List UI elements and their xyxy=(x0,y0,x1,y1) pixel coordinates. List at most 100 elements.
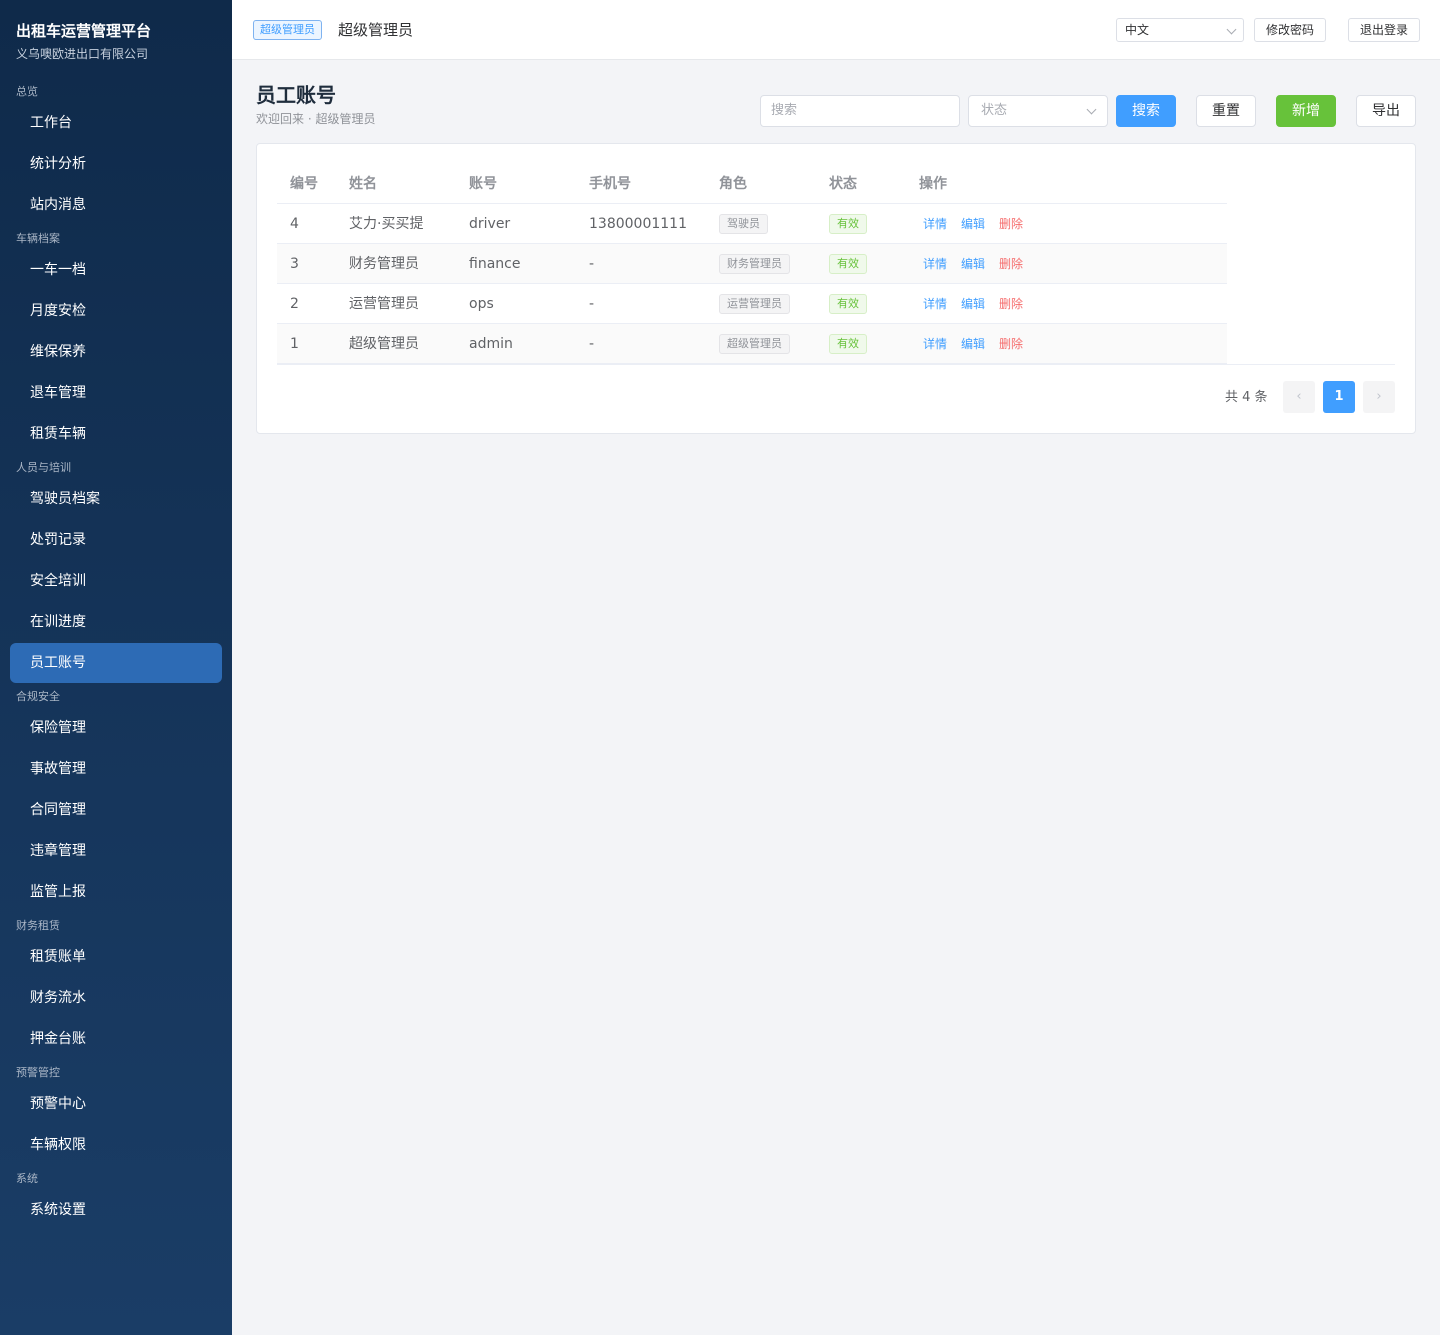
logout-button[interactable]: 退出登录 xyxy=(1348,18,1420,42)
cell-id-value: 3 xyxy=(290,256,299,272)
sidebar-item[interactable]: 租赁账单 xyxy=(10,937,222,977)
sidebar: 出租车运营管理平台 义乌噢欧进出口有限公司 总览 工作台 统计分析 站内消息 车辆档案一… xyxy=(0,0,232,1335)
cell-name-value: 超级管理员 xyxy=(349,336,419,352)
cell-account: admin xyxy=(469,324,513,364)
sidebar-item[interactable]: 统计分析 xyxy=(10,144,222,184)
cell-account: driver xyxy=(469,204,510,244)
cell-role: 驾驶员 xyxy=(719,204,768,244)
search-button[interactable]: 搜索 xyxy=(1116,95,1176,127)
sidebar-item[interactable]: 押金台账 xyxy=(10,1019,222,1059)
cell-account: ops xyxy=(469,284,494,324)
chevron-down-icon xyxy=(1226,24,1237,35)
delete-link[interactable]: 删除 xyxy=(999,337,1023,351)
sidebar-item[interactable]: 退车管理 xyxy=(10,373,222,413)
sidebar-item[interactable]: 事故管理 xyxy=(10,749,222,789)
edit-link[interactable]: 编辑 xyxy=(961,257,985,271)
role-tag: 超级管理员 xyxy=(253,20,322,40)
edit-link[interactable]: 编辑 xyxy=(961,297,985,311)
sidebar-item[interactable]: 驾驶员档案 xyxy=(10,479,222,519)
cell-id-value: 1 xyxy=(290,336,299,352)
cell-id: 1 xyxy=(290,324,299,364)
edit-link[interactable]: 编辑 xyxy=(961,217,985,231)
col-role: 角色 xyxy=(719,176,747,192)
sidebar-nav: 总览工作台 统计分析 站内消息车辆档案一车一档 月度安检 维保保养 退车管理 租赁车辆人员与… xyxy=(0,82,232,1230)
sidebar-item[interactable]: 合同管理 xyxy=(10,790,222,830)
cell-name: 超级管理员 xyxy=(349,324,419,364)
delete-link[interactable]: 删除 xyxy=(999,217,1023,231)
cell-actions: 详情 编辑 删除 xyxy=(923,244,1037,284)
detail-link[interactable]: 详情 xyxy=(923,217,947,231)
cell-account-value: driver xyxy=(469,216,511,232)
cell-role: 财务管理员 xyxy=(719,244,790,284)
reset-button[interactable]: 重置 xyxy=(1196,95,1256,127)
edit-link[interactable]: 编辑 xyxy=(961,337,985,351)
cell-actions: 详情 编辑 删除 xyxy=(923,204,1037,244)
top-header: 超级管理员 超级管理员 中文 修改密码 退出登录 xyxy=(232,0,1440,60)
table-row: 4 艾力·买买提 driver 13800001111 驾驶员 有效 详情 编辑 删除 xyxy=(277,204,1227,244)
sidebar-item[interactable]: 站内消息 xyxy=(10,185,222,225)
cell-account-value: ops xyxy=(469,296,494,312)
cell-phone: - xyxy=(589,244,594,284)
table-body: 4 艾力·买买提 driver 13800001111 驾驶员 有效 详情 编辑 删除 3 财务管理… xyxy=(277,204,1227,364)
sidebar-item[interactable]: 租赁车辆 xyxy=(10,414,222,454)
cell-name-value: 艾力·买买提 xyxy=(349,216,424,232)
sidebar-item[interactable]: 财务流水 xyxy=(10,978,222,1018)
add-button[interactable]: 新增 xyxy=(1276,95,1336,127)
sidebar-item[interactable]: 车辆权限 xyxy=(10,1125,222,1165)
change-password-button[interactable]: 修改密码 xyxy=(1254,18,1326,42)
language-value: 中文 xyxy=(1125,23,1150,37)
table-row: 1 超级管理员 admin - 超级管理员 有效 详情 编辑 删除 xyxy=(277,324,1227,364)
cell-role-value: 运营管理员 xyxy=(719,294,790,314)
brand-subtitle: 义乌噢欧进出口有限公司 xyxy=(16,47,149,61)
cell-status-value: 有效 xyxy=(829,334,867,354)
sidebar-item[interactable]: 一车一档 xyxy=(10,250,222,290)
table-row: 2 运营管理员 ops - 运营管理员 有效 详情 编辑 删除 xyxy=(277,284,1227,324)
sidebar-item[interactable]: 工作台 xyxy=(10,103,222,143)
sidebar-item[interactable]: 维保保养 xyxy=(10,332,222,372)
detail-link[interactable]: 详情 xyxy=(923,337,947,351)
cell-phone-value: 13800001111 xyxy=(589,216,687,232)
search-input[interactable]: 搜索 xyxy=(760,95,960,127)
cell-id-value: 2 xyxy=(290,296,299,312)
col-actions: 操作 xyxy=(919,176,947,192)
sidebar-item[interactable]: 监管上报 xyxy=(10,872,222,912)
cell-name-value: 财务管理员 xyxy=(349,256,419,272)
export-button[interactable]: 导出 xyxy=(1356,95,1416,127)
header-user-name: 超级管理员 xyxy=(338,21,414,39)
status-select[interactable]: 状态 xyxy=(968,95,1108,127)
sidebar-group-title: 车辆档案 xyxy=(16,232,60,245)
next-page-button[interactable]: › xyxy=(1363,381,1395,413)
sidebar-item[interactable]: 月度安检 xyxy=(10,291,222,331)
sidebar-group-title: 预警管控 xyxy=(16,1066,60,1079)
sidebar-item[interactable]: 安全培训 xyxy=(10,561,222,601)
cell-name: 财务管理员 xyxy=(349,244,419,284)
delete-link[interactable]: 删除 xyxy=(999,297,1023,311)
sidebar-group-title: 系统 xyxy=(16,1172,38,1185)
sidebar-item[interactable]: 违章管理 xyxy=(10,831,222,871)
cell-role-value: 财务管理员 xyxy=(719,254,790,274)
cell-role: 超级管理员 xyxy=(719,324,790,364)
sidebar-item[interactable]: 处罚记录 xyxy=(10,520,222,560)
sidebar-item[interactable]: 员工账号 xyxy=(10,643,222,683)
cell-role-value: 超级管理员 xyxy=(719,334,790,354)
prev-page-button[interactable]: ‹ xyxy=(1283,381,1315,413)
sidebar-group-title: 总览 xyxy=(16,85,38,98)
col-name: 姓名 xyxy=(349,176,377,192)
language-select[interactable]: 中文 xyxy=(1116,18,1244,42)
sidebar-item[interactable]: 保险管理 xyxy=(10,708,222,748)
detail-link[interactable]: 详情 xyxy=(923,297,947,311)
sidebar-group-title: 合规安全 xyxy=(16,690,60,703)
cell-account: finance xyxy=(469,244,520,284)
cell-name: 运营管理员 xyxy=(349,284,419,324)
sidebar-group-title: 人员与培训 xyxy=(16,461,71,474)
detail-link[interactable]: 详情 xyxy=(923,257,947,271)
page-1-button[interactable]: 1 xyxy=(1323,381,1355,413)
sidebar-item[interactable]: 预警中心 xyxy=(10,1084,222,1124)
sidebar-item[interactable]: 在训进度 xyxy=(10,602,222,642)
sidebar-item[interactable]: 系统设置 xyxy=(10,1190,222,1230)
cell-status: 有效 xyxy=(829,324,867,364)
cell-phone-value: - xyxy=(589,296,595,312)
delete-link[interactable]: 删除 xyxy=(999,257,1023,271)
cell-phone-value: - xyxy=(589,336,595,352)
cell-phone-value: - xyxy=(589,256,595,272)
